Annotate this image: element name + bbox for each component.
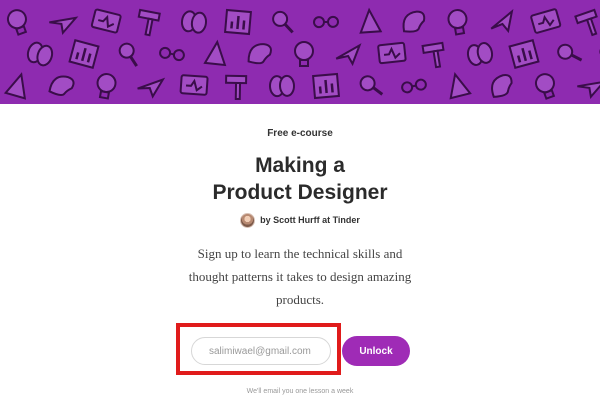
magnifier-icon [118,42,138,67]
magnifier-icon [557,43,583,62]
weekly-note: We'll email you one lesson a week [246,388,354,395]
paper-plane-icon [335,43,362,67]
title-line-1: Making a [255,154,345,177]
monitor-icon [377,41,407,65]
palette-icon [48,75,75,96]
hammer-icon [574,8,598,37]
palette-icon [491,74,513,98]
glasses-icon [159,46,185,62]
monitor-icon [179,74,209,96]
monitor-icon [90,8,122,34]
lightbulb-icon [96,73,117,100]
hero-banner [0,0,600,104]
title-line-2: Product Designer [212,181,388,204]
lightbulb-icon [6,9,28,36]
lightbulb-icon [534,73,556,100]
paper-plane-icon [137,77,166,99]
pen-tool-icon [449,72,472,100]
glasses-icon [401,78,427,94]
chart-icon [68,39,100,69]
lightbulb-icon [294,41,314,67]
unlock-button[interactable]: Unlock [342,336,410,366]
course-card: Free e-course Making a Product Designer … [0,104,600,400]
paper-plane-icon [49,16,79,35]
hammer-icon [225,74,248,101]
brain-icon [466,42,494,66]
monitor-icon [530,8,562,34]
pen-tool-icon [3,72,27,100]
chart-icon [508,39,540,69]
chart-icon [224,8,252,36]
chart-icon [312,72,340,100]
hero-pattern [3,7,600,101]
hammer-icon [137,8,161,37]
brain-icon [268,74,296,98]
lightbulb-icon [447,9,468,36]
author-byline: by Scott Hurff at Tinder [0,211,600,229]
byline-text: by Scott Hurff at Tinder [260,215,360,225]
avatar [240,212,256,228]
pen-tool-icon [203,39,227,67]
email-field[interactable] [191,337,331,365]
palette-icon [402,10,426,33]
course-title: Making a Product Designer [0,152,600,206]
palette-icon [247,43,272,65]
pen-tool-icon [359,7,383,34]
magnifier-icon [272,10,294,34]
course-eyebrow: Free e-course [267,128,333,139]
glasses-icon [313,15,339,29]
brain-icon [26,41,54,67]
magnifier-icon [359,75,384,96]
course-description: Sign up to learn the technical skills an… [188,246,412,307]
paper-plane-icon [577,80,600,99]
hammer-icon [421,41,445,69]
brain-icon [180,10,208,34]
paper-plane-icon [490,8,514,34]
